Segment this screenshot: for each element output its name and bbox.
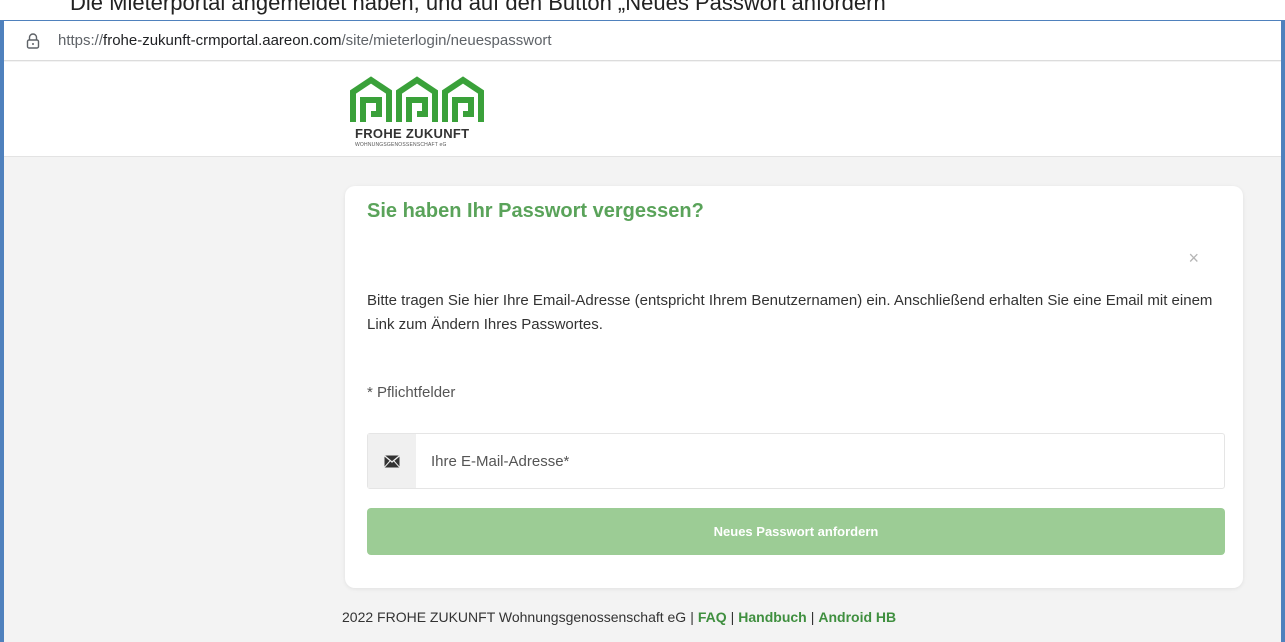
logo-name: FROHE ZUKUNFT bbox=[355, 126, 470, 141]
url-path: /site/mieterlogin/neuespasswort bbox=[341, 32, 552, 49]
card-title: Sie haben Ihr Passwort vergessen? bbox=[367, 200, 704, 222]
url-prefix: https:// bbox=[58, 32, 104, 49]
email-input-group bbox=[367, 433, 1225, 489]
footer-separator: | bbox=[810, 609, 815, 625]
url-text[interactable]: https://frohe-zukunft-crmportal.aareon.c… bbox=[58, 32, 552, 49]
footer-separator: | bbox=[690, 609, 694, 625]
footer: 2022 FROHE ZUKUNFT Wohnungsgenossenschaf… bbox=[342, 609, 896, 625]
address-bar[interactable]: https://frohe-zukunft-crmportal.aareon.c… bbox=[4, 21, 1281, 61]
logo-subtitle: WOHNUNGSGENOSSENSCHAFT eG bbox=[355, 142, 447, 148]
document-text-fragment: Die Mieterportal angemeldet haben, und a… bbox=[0, 0, 1285, 22]
footer-link-android-hb[interactable]: Android HB bbox=[818, 609, 896, 625]
lock-icon[interactable] bbox=[26, 32, 40, 49]
document-text: Die Mieterportal angemeldet haben, und a… bbox=[70, 0, 894, 15]
email-field[interactable] bbox=[416, 434, 1224, 488]
close-icon[interactable]: × bbox=[1188, 248, 1199, 269]
required-fields-note: * Pflichtfelder bbox=[367, 384, 456, 401]
browser-window: https://frohe-zukunft-crmportal.aareon.c… bbox=[0, 20, 1285, 642]
email-addon bbox=[368, 434, 416, 488]
url-host: frohe-zukunft-crmportal.aareon.com bbox=[103, 32, 342, 49]
footer-link-faq[interactable]: FAQ bbox=[698, 609, 727, 625]
footer-link-handbuch[interactable]: Handbuch bbox=[738, 609, 806, 625]
footer-separator: | bbox=[730, 609, 735, 625]
envelope-icon bbox=[384, 454, 400, 468]
password-reset-card: Sie haben Ihr Passwort vergessen? × Bitt… bbox=[345, 186, 1243, 588]
instructions-text: Bitte tragen Sie hier Ihre Email-Adresse… bbox=[367, 292, 1213, 333]
request-password-button[interactable]: Neues Passwort anfordern bbox=[367, 508, 1225, 555]
site-logo[interactable]: FROHE ZUKUNFT WOHNUNGSGENOSSENSCHAFT eG bbox=[347, 76, 507, 156]
site-header: FROHE ZUKUNFT WOHNUNGSGENOSSENSCHAFT eG bbox=[4, 62, 1281, 157]
footer-copyright: 2022 FROHE ZUKUNFT Wohnungsgenossenschaf… bbox=[342, 609, 687, 625]
house-logo-icon bbox=[350, 76, 484, 122]
